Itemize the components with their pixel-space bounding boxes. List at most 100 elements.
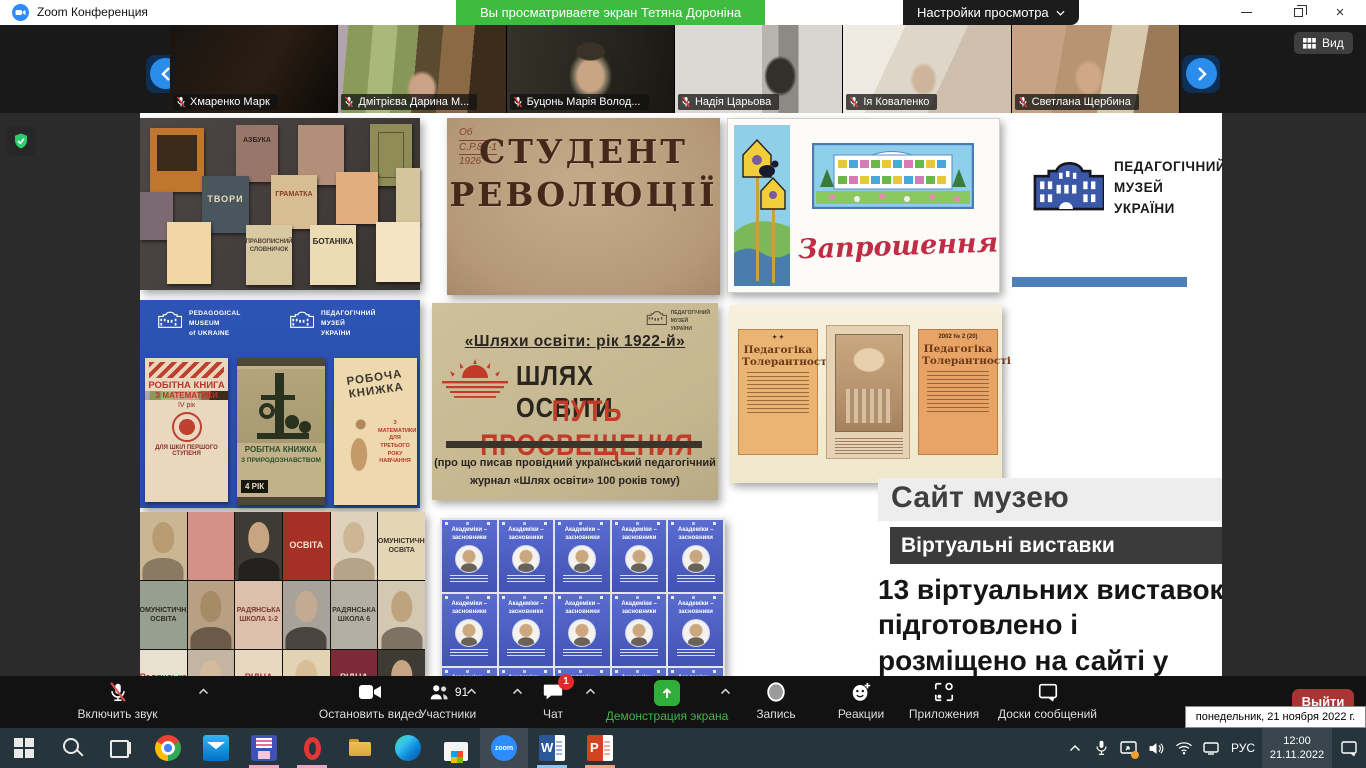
language-indicator[interactable]: РУС: [1224, 728, 1262, 768]
academics-cards-image: Академіки –засновникиАкадеміки –засновни…: [440, 518, 725, 676]
taskbar-clock[interactable]: 12:00 21.11.2022: [1262, 728, 1332, 768]
museum-building-icon: [1028, 153, 1104, 215]
slide-heading: Сайт музею: [878, 478, 1222, 521]
taskbar-chrome-icon[interactable]: [144, 728, 192, 768]
taskbar-zoom-icon[interactable]: zoom: [480, 728, 528, 768]
participant-name: Дмітрієва Дарина М...: [358, 96, 469, 108]
restore-icon: [1294, 8, 1303, 17]
audio-options-caret[interactable]: [198, 688, 209, 695]
chevron-right-icon: [1197, 67, 1207, 81]
portrait-photo: [188, 650, 235, 676]
academic-founder-card: Академіки –засновники: [668, 520, 723, 592]
participant-thumbnail[interactable]: Дмітрієва Дарина М...: [338, 25, 506, 113]
taskbar-search-icon[interactable]: [48, 728, 96, 768]
academic-founder-card: Академіки –засновники: [499, 594, 554, 666]
close-button[interactable]: ×: [1320, 0, 1360, 25]
share-screen-button[interactable]: Демонстрация экрана: [596, 680, 738, 723]
restore-button[interactable]: [1278, 0, 1318, 25]
clock-time: 12:00: [1283, 734, 1311, 748]
tray-speaker-icon[interactable]: [1142, 728, 1170, 768]
participant-thumbnail[interactable]: Ія Коваленко: [843, 25, 1011, 113]
academic-founder-card: Академіки –засновники: [612, 594, 667, 666]
participants-button[interactable]: 91 Участники: [385, 680, 510, 721]
old-book-cover: [396, 168, 420, 224]
participant-thumbnail[interactable]: Светлана Щербина: [1012, 25, 1180, 113]
participant-name-chip: Светлана Щербина: [1015, 94, 1139, 110]
participant-name: Светлана Щербина: [1032, 96, 1131, 108]
antivirus-shield-icon: [6, 126, 36, 156]
view-button[interactable]: Вид: [1294, 32, 1353, 54]
portrait-circle: [682, 545, 710, 573]
whiteboards-button[interactable]: Доски сообщений: [995, 680, 1100, 721]
apps-button[interactable]: Приложения: [900, 680, 988, 721]
taskbar-start-icon[interactable]: [0, 728, 48, 768]
minimize-button[interactable]: [1226, 0, 1266, 25]
muted-mic-icon: [849, 96, 859, 108]
video-thumbnail-strip: Хмаренко Марк Дмітрієва Дарина М... Буцонь…: [0, 25, 1366, 113]
participant-name: Ія Коваленко: [863, 96, 929, 108]
tray-microphone-icon[interactable]: [1088, 728, 1114, 768]
tray-chevron-up-icon[interactable]: [1062, 728, 1088, 768]
portrait-circle: [625, 545, 653, 573]
taskbar-file-explorer-icon[interactable]: [336, 728, 384, 768]
record-button[interactable]: Запись: [746, 680, 806, 721]
share-options-caret[interactable]: [720, 688, 731, 695]
old-book-cover: ГРАМАТКА: [271, 175, 317, 229]
taskbar-powerpoint-icon[interactable]: [576, 728, 624, 768]
academic-founder-card: Академіки –засновники: [442, 668, 497, 676]
action-center-icon[interactable]: [1332, 728, 1366, 768]
clock-date: 21.11.2022: [1270, 748, 1324, 762]
shared-screen-area: АЗБУКАТВОРИГРАМАТКАПРАВОПИСНИЙ СЛОВНИЧОК…: [0, 113, 1366, 676]
blue-divider-bar: [1012, 277, 1187, 287]
participant-name: Буцонь Марія Волод...: [527, 96, 641, 108]
exhibition-caption: (про що писав провідний український педа…: [432, 455, 718, 490]
taskbar-mail-icon[interactable]: [192, 728, 240, 768]
journal-cover: РІДНА ШКОЛА: [331, 650, 378, 676]
chat-unread-badge: 1: [558, 674, 574, 690]
reactions-button[interactable]: Реакции: [824, 680, 898, 721]
unmute-button[interactable]: Включить звук: [20, 680, 215, 721]
muted-mic-icon: [513, 96, 523, 108]
chat-button[interactable]: 1 Чат: [522, 680, 584, 721]
participant-name: Надія Царьова: [695, 96, 771, 108]
slide-body-text: 13 віртуальних виставок підготовлено і р…: [878, 572, 1222, 676]
divider-bar: [446, 441, 702, 448]
portrait-circle: [568, 545, 596, 573]
record-icon: [765, 680, 787, 704]
participants-count: 91: [455, 685, 468, 699]
taskbar-task-view-icon[interactable]: [96, 728, 144, 768]
presentation-slide: АЗБУКАТВОРИГРАМАТКАПРАВОПИСНИЙ СЛОВНИЧОК…: [140, 113, 1222, 676]
taskbar-word-icon[interactable]: [528, 728, 576, 768]
museum-logo-uk: ПЕДАГОГІЧНИЙМУЗЕЙУКРАЇНИ: [288, 309, 376, 338]
taskbar-floppy-icon[interactable]: [240, 728, 288, 768]
chat-options-caret[interactable]: [585, 688, 596, 695]
taskbar-opera-icon[interactable]: [288, 728, 336, 768]
participant-thumbnail[interactable]: Хмаренко Марк: [170, 25, 338, 113]
view-settings-dropdown[interactable]: Настройки просмотра: [903, 0, 1079, 25]
taskbar-store-icon[interactable]: [432, 728, 480, 768]
old-book-cover: ПРАВОПИСНИЙ СЛОВНИЧОК: [246, 225, 292, 285]
participant-name: Хмаренко Марк: [190, 96, 270, 108]
journal-cover: РАДЯНСЬКА ШКОЛА 6: [331, 581, 378, 649]
academic-founder-card: Академіки –засновники: [668, 594, 723, 666]
tray-wifi-icon[interactable]: [1170, 728, 1198, 768]
zoom-control-toolbar: Включить звук Остановить видео 91 Участн…: [0, 676, 1366, 728]
muted-mic-icon: [176, 96, 186, 108]
participant-thumbnail[interactable]: Надія Царьова: [675, 25, 843, 113]
participant-name-chip: Дмітрієва Дарина М...: [341, 94, 477, 110]
reactions-smiley-icon: [850, 680, 872, 704]
taskbar-edge-icon[interactable]: [384, 728, 432, 768]
tray-screen-share-icon[interactable]: [1114, 728, 1142, 768]
muted-mic-icon: [681, 96, 691, 108]
old-book-cover: [376, 222, 420, 282]
portrait-photo: [188, 581, 235, 649]
tray-display-icon[interactable]: [1198, 728, 1224, 768]
participant-thumbnails: Хмаренко Марк Дмітрієва Дарина М... Буцонь…: [170, 25, 1180, 113]
shliakh-osvity-slide-image: ПЕДАГОГІЧНИЙМУЗЕЙУКРАЇНИ «Шляхи освіти: …: [432, 303, 718, 500]
participant-thumbnail[interactable]: Буцонь Марія Волод...: [507, 25, 675, 113]
scroll-participants-right-button[interactable]: [1186, 58, 1217, 89]
textbook-cover-math: РОБІТНА КНИГА З МАТЕМАТИКИ IV рік ДЛЯ ШК…: [145, 358, 228, 502]
portrait-circle: [455, 619, 483, 647]
video-camera-icon: [358, 680, 382, 704]
viewing-screen-banner: Вы просматриваете экран Тетяна Дороніна: [456, 0, 765, 25]
